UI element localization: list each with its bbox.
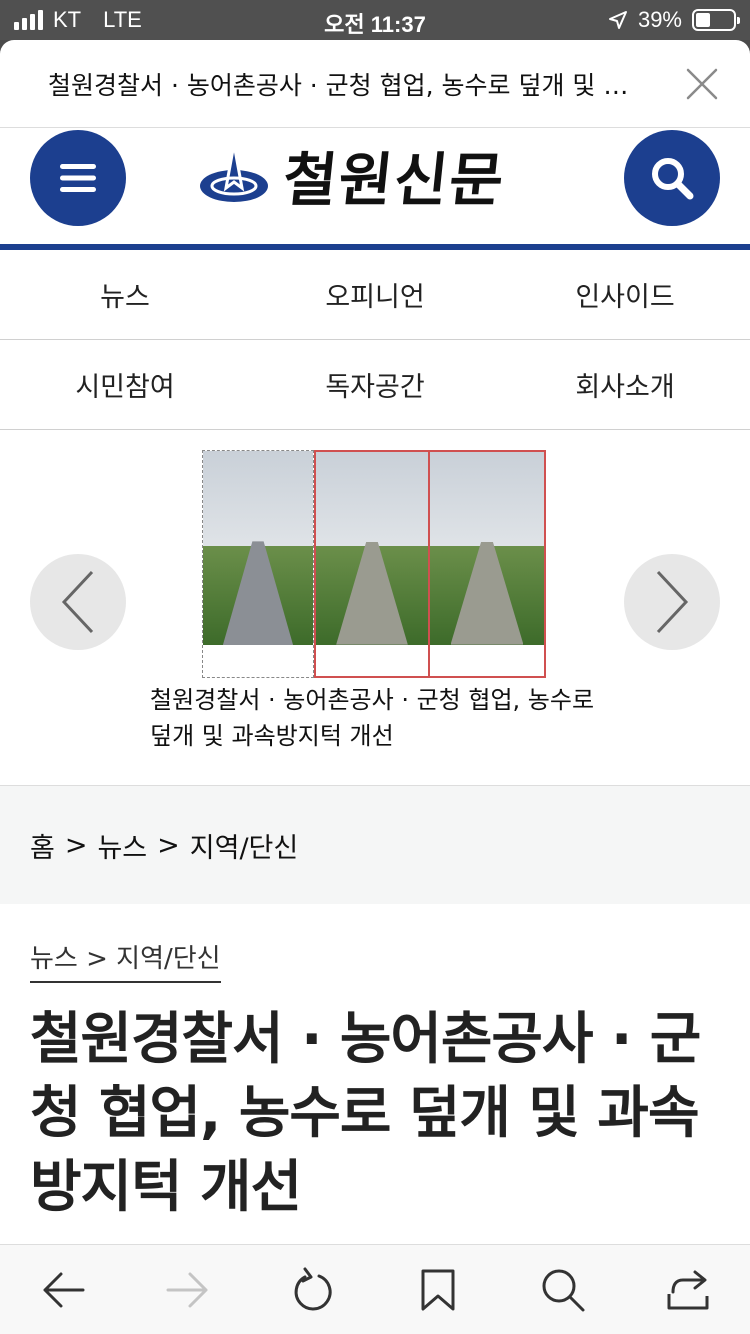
chevron-right-icon (656, 570, 689, 634)
breadcrumb-separator: > (64, 829, 88, 861)
nav-item-participation[interactable]: 시민참여 (0, 340, 250, 430)
share-icon (667, 1270, 708, 1309)
battery-icon (692, 9, 740, 31)
featured-image[interactable] (202, 450, 546, 678)
browser-toolbar (0, 1244, 750, 1334)
forward-arrow-icon (166, 1272, 207, 1307)
status-bar: KT LTE 오전 11:37 39% (0, 0, 750, 40)
nav-item-about[interactable]: 회사소개 (500, 340, 750, 430)
breadcrumb-home[interactable]: 홈 (30, 826, 55, 865)
featured-slider: 철원경찰서 · 농어촌공사 · 군청 협업, 농수로 덮개 및 과속방지턱 개선 (0, 430, 750, 786)
sheet-title: 철원경찰서 · 농어촌공사 · 군청 협업, 농수로 덮개 및 과속방지턱 개선 (48, 71, 648, 100)
main-nav: 뉴스 오피니언 인사이드 시민참여 독자공간 회사소개 (0, 250, 750, 430)
find-button[interactable] (533, 1260, 593, 1320)
nav-item-inside[interactable]: 인사이드 (500, 250, 750, 340)
article-title: 철원경찰서 · 농어촌공사 · 군청 협업, 농수로 덮개 및 과속방지턱 개선 (30, 1007, 701, 1220)
search-icon (652, 158, 694, 200)
featured-caption[interactable]: 철원경찰서 · 농어촌공사 · 군청 협업, 농수로 덮개 및 과속방지턱 개선 (150, 682, 610, 754)
back-button[interactable] (33, 1260, 93, 1320)
close-icon[interactable] (684, 66, 720, 102)
breadcrumb-subsection[interactable]: 지역/단신 (190, 826, 298, 865)
chevron-left-icon (61, 570, 94, 634)
battery-percent: 39% (637, 7, 682, 32)
nav-item-readers[interactable]: 독자공간 (250, 340, 500, 430)
nav-item-opinion[interactable]: 오피니언 (250, 250, 500, 340)
reload-icon (294, 1267, 332, 1310)
hamburger-icon (60, 164, 96, 192)
share-button[interactable] (658, 1260, 718, 1320)
site-logo[interactable]: 철원신문 (196, 132, 509, 218)
bookmark-icon (421, 1269, 454, 1310)
logo-emblem-icon (200, 143, 268, 202)
sheet-header: 철원경찰서 · 농어촌공사 · 군청 협업, 농수로 덮개 및 과속방지턱 개선 (0, 40, 750, 128)
bookmark-button[interactable] (408, 1260, 468, 1320)
location-arrow-icon (608, 11, 627, 29)
breadcrumb-separator: > (157, 829, 180, 861)
slider-next-button[interactable] (624, 554, 720, 650)
reload-button[interactable] (283, 1260, 343, 1320)
logo-text: 철원신문 (279, 146, 509, 214)
search-icon (542, 1269, 584, 1311)
browser-sheet: 철원경찰서 · 농어촌공사 · 군청 협업, 농수로 덮개 및 과속방지턱 개선… (0, 40, 750, 1334)
back-arrow-icon (43, 1272, 84, 1307)
forward-button[interactable] (158, 1260, 218, 1320)
article-category[interactable]: 뉴스 > 지역/단신 (30, 938, 221, 983)
menu-button[interactable] (30, 130, 126, 226)
breadcrumb: 홈 > 뉴스 > 지역/단신 (0, 786, 750, 904)
site-search-button[interactable] (624, 130, 720, 226)
nav-item-news[interactable]: 뉴스 (0, 250, 250, 340)
article: 뉴스 > 지역/단신 철원경찰서 · 농어촌공사 · 군청 협업, 농수로 덮개… (0, 904, 750, 1244)
breadcrumb-section[interactable]: 뉴스 (97, 826, 147, 865)
slider-prev-button[interactable] (30, 554, 126, 650)
site-header: 철원신문 (0, 128, 750, 250)
